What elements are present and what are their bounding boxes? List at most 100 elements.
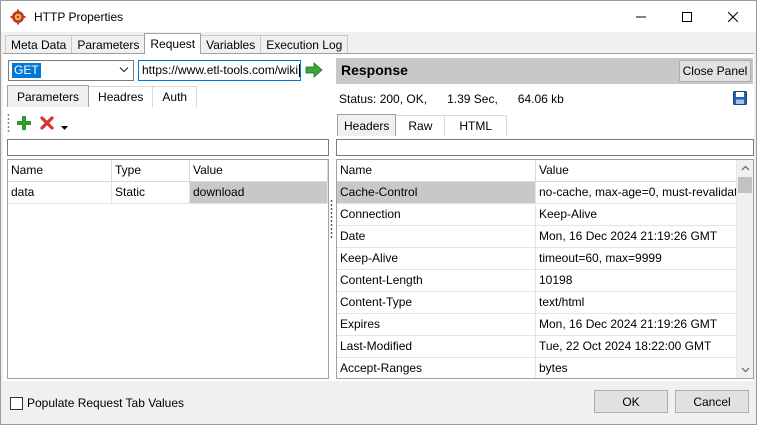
window-title: HTTP Properties [34,9,124,24]
response-vertical-scrollbar[interactable] [736,160,753,378]
col-type[interactable]: Type [112,160,190,181]
table-row[interactable]: Accept-Ranges bytes [337,358,753,378]
response-headers-grid: Name Value Cache-Control no-cache, max-ag… [336,159,754,379]
table-row[interactable]: Content-Type text/html [337,292,753,314]
header-value-cell[interactable]: Mon, 16 Dec 2024 21:19:26 GMT [536,314,736,335]
main-tabs: Meta Data Parameters Request Variables E… [5,33,349,54]
table-row[interactable]: Expires Mon, 16 Dec 2024 21:19:26 GMT [337,314,753,336]
header-name-cell[interactable]: Last-Modified [337,336,536,357]
header-value-cell[interactable]: Mon, 16 Dec 2024 21:19:26 GMT [536,226,736,247]
parameters-grid-header: Name Type Value [8,160,328,182]
url-text: https://www.etl-tools.com/wiki [142,63,299,77]
param-value-cell[interactable]: download [190,182,328,203]
save-disk-icon[interactable] [733,91,747,105]
header-value-cell[interactable]: bytes [536,358,736,378]
delete-x-icon [40,116,54,130]
subtab-auth[interactable]: Auth [152,86,198,107]
cancel-button[interactable]: Cancel [675,390,749,413]
response-filter-input[interactable] [336,139,754,156]
header-value-cell[interactable]: text/html [536,292,736,313]
status-text: Status: 200, OK, [339,92,428,106]
header-name-cell[interactable]: Expires [337,314,536,335]
tab-variables[interactable]: Variables [200,35,262,54]
scroll-up-icon[interactable] [741,165,750,171]
maximize-icon [682,11,692,22]
close-icon [728,11,738,22]
method-select[interactable]: GET [8,60,134,81]
response-title: Response [341,62,408,78]
title-bar: HTTP Properties [1,1,756,32]
resp-tab-html[interactable]: HTML [444,115,508,136]
response-header: Response Close Panel [336,58,753,84]
header-name-cell[interactable]: Accept-Ranges [337,358,536,378]
header-value-cell[interactable]: Tue, 22 Oct 2024 18:22:00 GMT [536,336,736,357]
app-gear-icon [10,9,26,24]
tab-execution-log[interactable]: Execution Log [260,35,349,54]
dropdown-arrow-icon [60,125,68,130]
toolbar-dropdown-button[interactable] [60,118,68,138]
plus-icon [17,116,31,130]
tab-meta-data[interactable]: Meta Data [5,35,73,54]
time-text: 1.39 Sec, [447,92,498,106]
col-name[interactable]: Name [8,160,112,181]
minimize-icon [636,16,646,17]
subtab-headres[interactable]: Headres [88,86,154,107]
panel-splitter[interactable] [330,199,333,239]
header-value-cell[interactable]: Keep-Alive [536,204,736,225]
param-name-cell[interactable]: data [8,182,112,203]
param-type-cell[interactable]: Static [112,182,190,203]
subtab-parameters[interactable]: Parameters [7,85,90,107]
table-row[interactable]: Connection Keep-Alive [337,204,753,226]
toolbar-grip[interactable] [7,113,10,133]
table-row[interactable]: Date Mon, 16 Dec 2024 21:19:26 GMT [337,226,753,248]
response-grid-header: Name Value [337,160,753,182]
header-value-cell[interactable]: timeout=60, max=9999 [536,248,736,269]
response-tabs: Headers Raw HTML [337,113,508,136]
ok-button[interactable]: OK [594,390,668,413]
dialog-footer: Populate Request Tab Values OK Cancel [1,381,756,424]
table-row[interactable]: Keep-Alive timeout=60, max=9999 [337,248,753,270]
header-name-cell[interactable]: Date [337,226,536,247]
table-row[interactable]: Cache-Control no-cache, max-age=0, must-r… [337,182,753,204]
parameters-grid: Name Type Value data Static download [7,159,329,379]
add-parameter-button[interactable] [14,113,34,133]
header-value-cell[interactable]: 10198 [536,270,736,291]
parameters-toolbar [7,111,71,135]
header-name-cell[interactable]: Content-Type [337,292,536,313]
method-value: GET [12,63,41,78]
header-value-cell[interactable]: no-cache, max-age=0, must-revalidate, [536,182,736,203]
tab-parameters[interactable]: Parameters [71,35,146,54]
header-name-cell[interactable]: Connection [337,204,536,225]
chevron-down-icon [119,67,129,73]
window-controls [618,1,756,32]
header-name-cell[interactable]: Keep-Alive [337,248,536,269]
populate-request-checkbox[interactable] [10,397,23,410]
send-arrow-icon[interactable] [305,61,323,79]
resp-tab-headers[interactable]: Headers [337,114,397,136]
populate-request-label[interactable]: Populate Request Tab Values [27,396,184,410]
response-status: Status: 200, OK, 1.39 Sec, 64.06 kb [339,92,564,106]
request-tab-content: GET https://www.etl-tools.com/wiki Param… [3,53,754,381]
scroll-thumb[interactable] [738,177,752,193]
col-header-value[interactable]: Value [536,160,736,181]
delete-parameter-button[interactable] [37,113,57,133]
header-name-cell[interactable]: Content-Length [337,270,536,291]
url-input[interactable]: https://www.etl-tools.com/wiki [138,60,301,81]
http-properties-window: HTTP Properties Meta Data Parameters Req… [0,0,757,425]
close-button[interactable] [710,1,756,32]
table-row[interactable]: data Static download [8,182,328,204]
table-row[interactable]: Content-Length 10198 [337,270,753,292]
minimize-button[interactable] [618,1,664,32]
resp-tab-raw[interactable]: Raw [395,115,446,136]
request-sub-tabs: Parameters Headres Auth [7,84,198,107]
maximize-button[interactable] [664,1,710,32]
col-value[interactable]: Value [190,160,328,181]
table-row[interactable]: Last-Modified Tue, 22 Oct 2024 18:22:00 G… [337,336,753,358]
parameters-filter-input[interactable] [7,139,329,156]
scroll-down-icon[interactable] [741,367,750,373]
col-header-name[interactable]: Name [337,160,536,181]
response-rows: Cache-Control no-cache, max-age=0, must-r… [337,182,753,378]
tab-request[interactable]: Request [144,33,202,54]
close-panel-button[interactable]: Close Panel [679,60,751,82]
header-name-cell[interactable]: Cache-Control [337,182,536,203]
